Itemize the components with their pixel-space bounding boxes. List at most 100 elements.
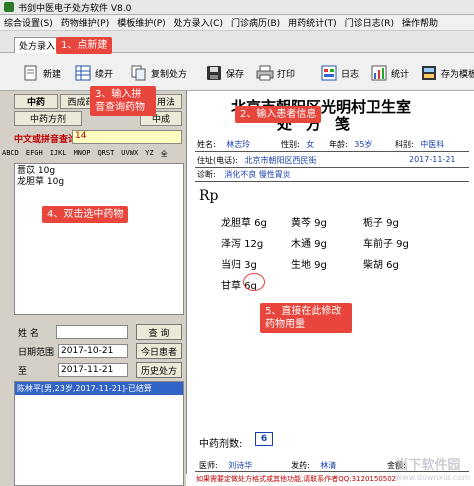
copy-icon <box>130 64 148 82</box>
pharmacist-row: 发药: 林清 <box>291 461 337 470</box>
sex-row: 性别: 女 <box>281 140 315 149</box>
name-label: 姓 名 <box>18 328 39 339</box>
continue-button[interactable]: 续开 <box>74 61 113 85</box>
query-button[interactable]: 查 询 <box>136 324 182 340</box>
menu-item-statistics[interactable]: 用药统计(T) <box>288 16 337 29</box>
window-title: 书剑中医电子处方软件 V8.0 <box>18 3 132 14</box>
callout-search: 3、输入拼音查询药物 <box>90 86 156 116</box>
tab-chinese-herbs[interactable]: 中药 <box>14 94 58 109</box>
stats-icon <box>370 64 388 82</box>
dose-count-label: 中药剂数: <box>199 439 243 450</box>
left-panel: 中药 西成药 用法 中药方剂 中成 中文或拼音查询 14 ABCD EFGH I… <box>0 91 184 486</box>
save-template-button[interactable]: 存为模板 <box>420 61 474 85</box>
print-button[interactable]: 打印 <box>256 61 295 85</box>
rx-herb-item[interactable]: 生地 9g <box>291 256 327 271</box>
doctor-row: 医师: 刘诗华 <box>199 461 253 470</box>
alpha-filter-qrst[interactable]: QRST <box>97 149 114 161</box>
log-icon <box>320 64 338 82</box>
template-icon <box>420 64 438 82</box>
menu-item-templates[interactable]: 模板维护(P) <box>117 16 165 29</box>
history-row[interactable]: 陈林平[男,23岁,2017-11-21]-已结算 <box>15 382 183 395</box>
pinyin-search-input[interactable]: 14 <box>72 130 182 144</box>
new-doc-icon <box>22 64 40 82</box>
diagnosis-value[interactable]: 消化不良 慢性胃炎 <box>224 170 291 179</box>
rp-symbol: Rp <box>199 188 219 204</box>
doctor-value[interactable]: 刘诗华 <box>228 461 252 470</box>
divider <box>195 181 469 182</box>
herb-list-item[interactable]: 龙胆草 10g <box>17 177 181 188</box>
tab-herbal-formula[interactable]: 中药方剂 <box>14 111 82 126</box>
date-to-row: 至 2017-11-21 <box>18 363 128 377</box>
floppy-save-icon <box>205 64 223 82</box>
rx-herb-item[interactable]: 龙胆草 6g <box>221 214 267 229</box>
app-icon <box>4 2 14 12</box>
rx-herb-item[interactable]: 柴胡 6g <box>363 256 399 271</box>
rx-date-value[interactable]: 2017-11-21 <box>409 155 456 164</box>
save-button[interactable]: 保存 <box>205 61 244 85</box>
name-row: 姓 名 <box>18 325 128 339</box>
rx-herb-item[interactable]: 泽泻 12g <box>221 235 263 250</box>
patient-name-row: 姓名: 林志玲 <box>197 140 251 149</box>
menu-item-rx-entry[interactable]: 处方录入(C) <box>174 16 223 29</box>
diagnosis-row: 诊断: 消化不良 慢性胃炎 <box>197 170 291 179</box>
menu-item-drugs[interactable]: 药物维护(P) <box>61 16 109 29</box>
rx-date-row: 2017-11-21 <box>409 155 456 164</box>
dose-count-input[interactable]: 6 <box>255 432 273 446</box>
alpha-filter-mnop[interactable]: MNOP <box>74 149 91 161</box>
history-rx-button[interactable]: 历史处方 <box>136 362 182 378</box>
dose-highlight-circle <box>243 273 265 291</box>
age-row: 年龄: 35岁 <box>329 140 373 149</box>
copy-rx-button[interactable]: 复制处方 <box>130 61 187 85</box>
new-button[interactable]: 新建 <box>22 61 61 85</box>
herb-list-item[interactable]: 薏苡 10g <box>17 166 181 177</box>
menu-item-help[interactable]: 操作帮助 <box>402 16 438 29</box>
herb-list: 薏苡 10g 龙胆草 10g <box>14 163 184 315</box>
address-row: 住址(电话): 北京市朝阳区西民街 <box>197 156 317 165</box>
pharmacist-value[interactable]: 林清 <box>320 461 336 470</box>
dept-value[interactable]: 中医科 <box>420 140 444 149</box>
date-from-input[interactable]: 2017-10-21 <box>58 344 128 358</box>
alpha-filter-ijkl[interactable]: IJKL <box>50 149 67 161</box>
rx-herb-item[interactable]: 当归 3g <box>221 256 257 271</box>
grid-icon <box>74 64 92 82</box>
callout-new: 1、点新建 <box>56 37 113 54</box>
rx-herb-item[interactable]: 栀子 9g <box>363 214 399 229</box>
address-value[interactable]: 北京市朝阳区西民街 <box>244 156 316 165</box>
dept-row: 科别: 中医科 <box>395 140 445 149</box>
divider <box>195 151 469 152</box>
prescription-panel: 北京市朝阳区光明村卫生室 处方笺 姓名: 林志玲 性别: 女 年龄: 35岁 科… <box>186 91 474 486</box>
alphabet-filter: ABCD EFGH IJKL MNOP QRST UVWX YZ 全 <box>2 149 184 161</box>
menu-item-log[interactable]: 门诊日志(R) <box>345 16 394 29</box>
toolbar: 新建 续开 复制处方 保存 打印 日志 统计 存为模板 <box>0 53 474 91</box>
patient-name-value[interactable]: 林志玲 <box>226 140 250 149</box>
date-to-input[interactable]: 2017-11-21 <box>58 363 128 377</box>
today-patients-button[interactable]: 今日患者 <box>136 343 182 359</box>
rx-herb-item[interactable]: 木通 9g <box>291 235 327 250</box>
date-to-label: 至 <box>18 366 28 377</box>
log-button[interactable]: 日志 <box>320 61 359 85</box>
history-list: 陈林平[男,23岁,2017-11-21]-已结算 <box>14 381 184 486</box>
rx-herb-item[interactable]: 黄芩 9g <box>291 214 327 229</box>
date-range-label: 日期范围 <box>18 347 55 358</box>
alpha-filter-efgh[interactable]: EFGH <box>26 149 43 161</box>
divider <box>195 167 469 168</box>
printer-icon <box>256 64 274 82</box>
patient-name-input[interactable] <box>56 325 128 339</box>
menu-item-settings[interactable]: 综合设置(S) <box>4 16 53 29</box>
watermark: 当下软件园 www.downxia.com <box>395 458 470 482</box>
title-bar: 书剑中医电子处方软件 V8.0 <box>0 0 474 15</box>
alpha-filter-uvwx[interactable]: UVWX <box>121 149 138 161</box>
callout-patient: 2、输入患者信息 <box>235 106 322 123</box>
menu-bar: 综合设置(S) 药物维护(P) 模板维护(P) 处方录入(C) 门诊病历(B) … <box>0 15 474 31</box>
alpha-filter-all[interactable]: 全 <box>161 149 168 161</box>
age-value[interactable]: 35岁 <box>354 140 372 149</box>
callout-dose: 5、直接在此修改药物用量 <box>260 303 352 333</box>
date-row: 日期范围 2017-10-21 <box>18 344 128 358</box>
rx-herb-item[interactable]: 车前子 9g <box>363 235 409 250</box>
callout-select: 4、双击选中药物 <box>42 206 129 223</box>
alpha-filter-abcd[interactable]: ABCD <box>2 149 19 161</box>
menu-item-records[interactable]: 门诊病历(B) <box>231 16 280 29</box>
alpha-filter-yz[interactable]: YZ <box>145 149 153 161</box>
stats-button[interactable]: 统计 <box>370 61 409 85</box>
sex-value[interactable]: 女 <box>306 140 314 149</box>
